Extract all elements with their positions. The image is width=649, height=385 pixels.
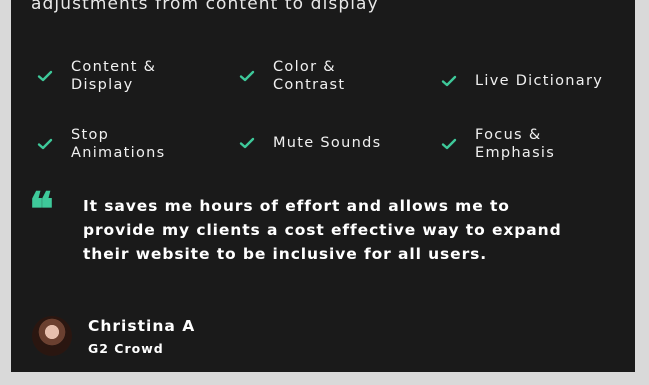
feature-item-color-contrast: Color & Contrast [239,58,345,94]
feature-label: Live Dictionary [475,73,604,89]
avatar [32,316,72,356]
feature-testimonial-panel: adjustments from content to display Cont… [11,0,635,372]
check-icon [441,138,457,150]
check-icon [37,138,53,150]
feature-item-live-dictionary: Live Dictionary [441,72,603,90]
feature-label: Mute Sounds [273,135,382,151]
check-icon [239,70,255,82]
feature-item-stop-animations: Stop Animations [37,126,165,162]
feature-label: Color & Contrast [273,59,346,93]
author-details: Christina A G2 Crowd [88,317,195,356]
feature-label: Focus & Emphasis [475,127,556,161]
author-source: G2 Crowd [88,340,164,356]
quote-icon: ❝ [29,182,54,236]
check-icon [441,75,457,87]
feature-item-content-display: Content & Display [37,58,156,94]
feature-item-mute-sounds: Mute Sounds [239,134,381,152]
author-name: Christina A [88,316,196,335]
intro-text: adjustments from content to display [31,0,379,14]
testimonial-author: Christina A G2 Crowd [32,316,195,356]
feature-label: Stop Animations [71,127,166,161]
check-icon [37,70,53,82]
check-icon [239,137,255,149]
feature-item-focus-emphasis: Focus & Emphasis [441,126,555,162]
feature-label: Content & Display [71,59,157,93]
testimonial-text: It saves me hours of effort and allows m… [83,197,562,263]
